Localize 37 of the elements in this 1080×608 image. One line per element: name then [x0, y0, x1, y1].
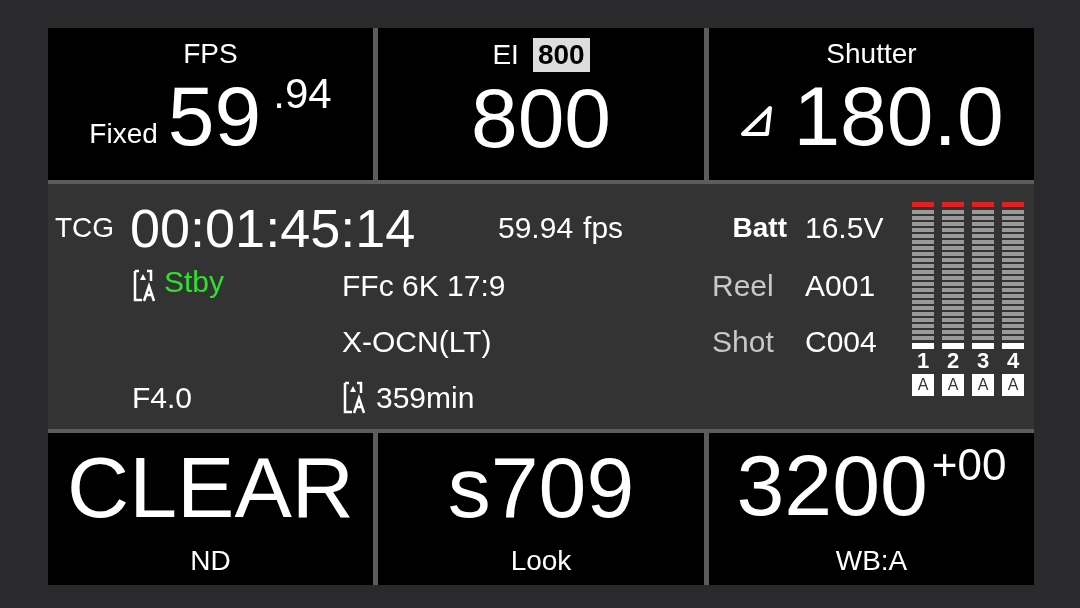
frame-rate-unit: fps: [583, 211, 624, 245]
media-slot-icon: [132, 269, 156, 303]
wb-offset: +00: [931, 439, 1007, 491]
battery-label: Batt: [732, 212, 787, 244]
tile-label: Look: [510, 545, 572, 577]
format-value: FFc 6K 17:9: [342, 269, 507, 303]
fps-mode: Fixed: [89, 118, 158, 150]
channel-number: 3: [976, 350, 990, 372]
tile-value: 3200: [736, 436, 928, 535]
tile-value: 180.0: [793, 68, 1004, 164]
tile-label: EI: [492, 39, 519, 71]
channel-number: 2: [946, 350, 960, 372]
timecode-label: TCG: [55, 212, 116, 244]
fps-decimal: .94: [273, 69, 332, 119]
timecode: 00:01:45:14: [130, 197, 417, 259]
remaining-time: 359min: [376, 381, 475, 415]
tile-label: FPS: [183, 38, 238, 70]
tile-label: ND: [190, 545, 231, 577]
tile-value: 800: [470, 70, 612, 166]
reel-label: Reel: [712, 269, 775, 303]
shot-value: C004: [805, 325, 878, 359]
tile-label: WB:A: [835, 545, 908, 577]
shot-label: Shot: [712, 325, 775, 359]
tile-value: CLEAR: [67, 438, 354, 537]
battery-voltage: 16.5V: [805, 211, 885, 245]
codec-value: X-OCN(LT): [342, 325, 493, 359]
tile-value: 59: [167, 68, 262, 164]
frame-rate: 59.94: [498, 211, 574, 245]
channel-number: 4: [1006, 350, 1020, 372]
media-slot-icon: [342, 381, 366, 415]
tile-value: s709: [447, 438, 635, 537]
reel-value: A001: [805, 269, 877, 303]
channel-number: 1: [916, 350, 930, 372]
tile-label: Shutter: [826, 38, 917, 70]
ei-badge: 800: [532, 38, 590, 72]
iris-value: F4.0: [132, 381, 194, 415]
record-status: Stby: [164, 265, 225, 299]
